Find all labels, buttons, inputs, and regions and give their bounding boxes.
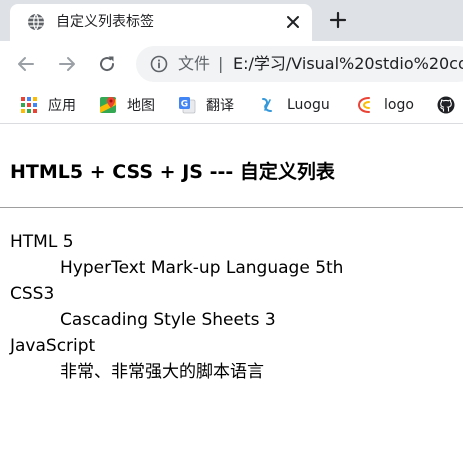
bookmark-github[interactable] [437, 95, 463, 115]
description-css3: Cascading Style Sheets 3 [60, 310, 276, 330]
bookmark-apps[interactable]: 应用 [20, 95, 76, 115]
back-arrow-icon[interactable] [16, 54, 36, 74]
forward-arrow-icon[interactable] [57, 54, 77, 74]
maps-icon [100, 97, 116, 113]
term-css3: CSS3 [10, 284, 55, 304]
translate-icon: G [179, 97, 196, 114]
tab-strip: 自定义列表标签 [0, 0, 463, 41]
bookmark-translate[interactable]: G 翻译 [178, 95, 234, 115]
bookmark-label: logo [384, 97, 414, 113]
page-heading: HTML5 + CSS + JS --- 自定义列表 [10, 161, 335, 183]
svg-text:G: G [181, 100, 188, 110]
bookmarks-bar: 应用 地图 G 翻译 Luogu logo [0, 87, 463, 124]
url-text[interactable]: E:/学习/Visual%20stdio%20code [233, 54, 463, 74]
logo-icon [357, 97, 370, 113]
bookmark-label: 应用 [48, 98, 76, 114]
description-javascript: 非常、非常强大的脚本语言 [60, 362, 264, 382]
bookmark-logo[interactable]: logo [356, 95, 414, 115]
info-icon[interactable] [150, 55, 168, 73]
address-separator: | [218, 54, 224, 73]
browser-chrome: 自定义列表标签 文件 | E:/学习/Visual%20stdio%20code… [0, 0, 463, 124]
bookmark-maps[interactable]: 地图 [99, 95, 155, 115]
term-html5: HTML 5 [10, 232, 74, 252]
apps-grid-icon [21, 97, 37, 113]
reload-icon[interactable] [97, 54, 117, 74]
address-bar[interactable]: 文件 | E:/学习/Visual%20stdio%20code [136, 46, 463, 82]
bookmark-label: Luogu [287, 97, 330, 113]
horizontal-rule [0, 207, 463, 208]
globe-icon [28, 13, 44, 31]
browser-tab[interactable]: 自定义列表标签 [10, 4, 312, 41]
bookmark-luogu[interactable]: Luogu [259, 95, 330, 115]
close-icon[interactable] [284, 13, 302, 31]
bookmark-label: 翻译 [206, 98, 234, 114]
tab-title: 自定义列表标签 [56, 14, 154, 30]
github-icon [437, 96, 455, 114]
luogu-icon [262, 98, 272, 112]
definition-list: HTML 5 HyperText Mark-up Language 5th CS… [10, 229, 463, 385]
page-content: HTML5 + CSS + JS --- 自定义列表 HTML 5 HyperT… [0, 124, 463, 385]
description-html5: HyperText Mark-up Language 5th [60, 258, 344, 278]
term-javascript: JavaScript [10, 336, 96, 356]
new-tab-plus-icon[interactable] [328, 10, 348, 30]
browser-toolbar: 文件 | E:/学习/Visual%20stdio%20code [0, 41, 463, 87]
security-label: 文件 [178, 54, 211, 73]
bookmark-label: 地图 [127, 98, 155, 114]
